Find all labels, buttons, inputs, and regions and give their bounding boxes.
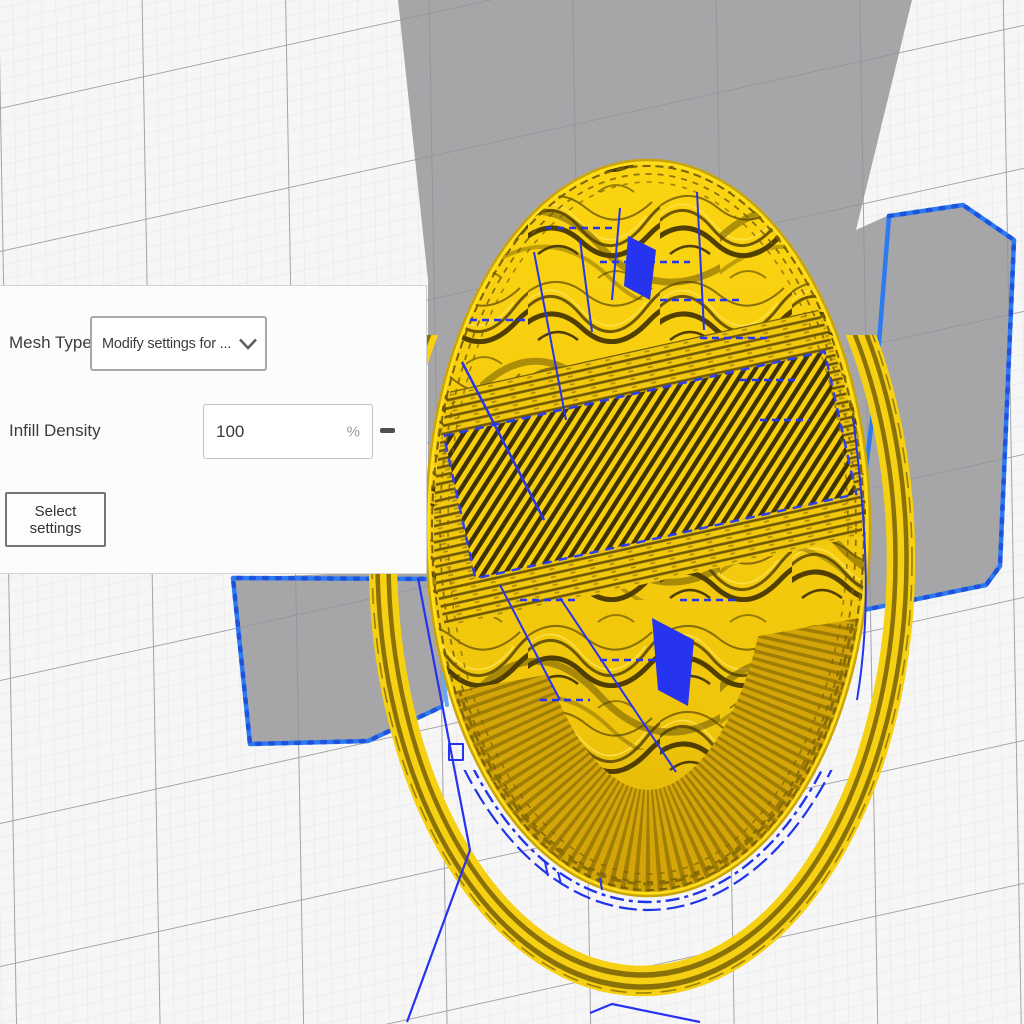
mesh-type-label: Mesh Type [9, 333, 92, 353]
chevron-down-icon [231, 338, 265, 350]
select-settings-button[interactable]: Select settings [5, 492, 106, 547]
infill-density-label: Infill Density [9, 421, 101, 441]
infill-density-field-wrap: % [203, 404, 373, 459]
minus-icon[interactable] [380, 428, 395, 433]
mesh-type-dropdown[interactable]: Modify settings for ... [90, 316, 267, 371]
mesh-type-dropdown-value: Modify settings for ... [92, 336, 231, 352]
infill-density-input[interactable] [204, 405, 372, 458]
per-model-settings-panel: Mesh Type Modify settings for ... Infill… [0, 285, 427, 574]
